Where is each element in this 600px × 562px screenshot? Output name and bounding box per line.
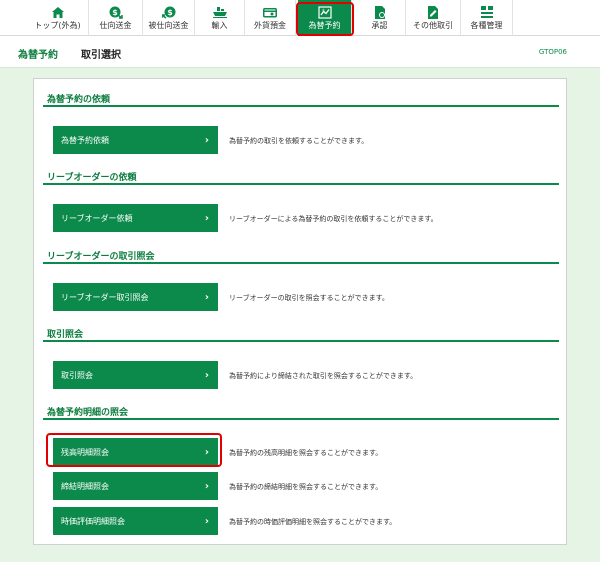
button-label: 為替予約依頼: [61, 135, 109, 145]
section-divider: [43, 418, 559, 420]
page-title: 取引選択: [81, 50, 121, 61]
button-description: リーブオーダーの取引を照会することができます。: [229, 294, 389, 302]
nav-label: その他取引: [413, 20, 453, 30]
section-title-fx-detail-inquiry: 為替予約明細の照会: [47, 408, 129, 418]
button-description: リーブオーダーによる為替予約の取引を依頼することができます。: [229, 215, 438, 223]
balance-detail-inquiry-button[interactable]: 残高明細照会 ›: [53, 438, 218, 466]
chevron-right-icon: ›: [204, 369, 209, 381]
page-header: 為替予約 取引選択 GTOP06: [0, 37, 600, 68]
nav-tab-approval[interactable]: 承認: [354, 0, 406, 36]
section-divider: [43, 183, 559, 185]
section-title-fx-request: 為替予約の依頼: [47, 95, 111, 105]
svg-text:$: $: [112, 8, 118, 17]
button-label: リーブオーダー取引照会: [61, 292, 149, 302]
section-divider: [43, 340, 559, 342]
leave-order-inquiry-button[interactable]: リーブオーダー取引照会 ›: [53, 283, 218, 311]
chevron-right-icon: ›: [204, 134, 209, 146]
button-description: 為替予約の取引を依頼することができます。: [229, 137, 369, 145]
chevron-right-icon: ›: [204, 446, 209, 458]
foreign-deposit-icon: [263, 6, 277, 19]
section-divider: [43, 262, 559, 264]
button-label: 時価評価明細照会: [61, 516, 125, 526]
nav-label: トップ(外為): [34, 20, 81, 30]
chevron-right-icon: ›: [204, 480, 209, 492]
section-title-leave-order-request: リーブオーダーの依頼: [47, 173, 137, 183]
nav-label: 各種管理: [470, 20, 503, 30]
nav-tab-foreign-deposit[interactable]: 外貨預金: [245, 0, 296, 36]
nav-tab-fx-contract[interactable]: $ 為替予約: [298, 0, 352, 36]
nav-tab-inward-remittance[interactable]: $ 被仕向送金: [143, 0, 195, 36]
button-label: 残高明細照会: [61, 447, 109, 457]
chevron-right-icon: ›: [204, 291, 209, 303]
nav-label: 為替予約: [308, 20, 341, 30]
transaction-inquiry-button[interactable]: 取引照会 ›: [53, 361, 218, 389]
nav-label: 承認: [371, 20, 388, 30]
button-description: 為替予約により締結された取引を照会することができます。: [229, 372, 418, 380]
outward-remittance-icon: $: [109, 6, 123, 19]
button-description: 為替予約の時価評価明細を照会することができます。: [229, 518, 397, 526]
svg-text:$: $: [167, 8, 173, 17]
nav-tab-management[interactable]: 各種管理: [461, 0, 513, 36]
button-label: リーブオーダー依頼: [61, 213, 133, 223]
button-description: 為替予約の締結明細を照会することができます。: [229, 483, 383, 491]
nav-tab-import[interactable]: 輸入: [195, 0, 245, 36]
nav-label: 仕向送金: [99, 20, 132, 30]
fx-contract-request-button[interactable]: 為替予約依頼 ›: [53, 126, 218, 154]
management-icon: [480, 6, 494, 19]
nav-label: 輸入: [211, 20, 228, 30]
global-nav: トップ(外為) $ 仕向送金 $ 被仕向送金 輸入 外貨預金 $ 為替予約 承認: [0, 0, 600, 36]
contract-detail-inquiry-button[interactable]: 締結明細照会 ›: [53, 472, 218, 500]
home-icon: [51, 6, 65, 19]
nav-label: 外貨預金: [254, 20, 286, 30]
approval-icon: [373, 5, 387, 19]
section-title-transaction-inquiry: 取引照会: [47, 330, 84, 340]
nav-label: 被仕向送金: [148, 20, 189, 30]
fx-contract-icon: $: [317, 5, 332, 19]
nav-tab-top[interactable]: トップ(外為): [27, 0, 89, 36]
screen-id: GTOP06: [538, 48, 567, 56]
nav-tab-outward-remittance[interactable]: $ 仕向送金: [89, 0, 143, 36]
chevron-right-icon: ›: [204, 515, 209, 527]
button-label: 取引照会: [61, 370, 93, 380]
svg-text:$: $: [322, 8, 325, 14]
transaction-selection-panel: 為替予約の依頼 為替予約依頼 › 為替予約の取引を依頼することができます。 リー…: [33, 78, 567, 545]
section-divider: [43, 105, 559, 107]
chevron-right-icon: ›: [204, 212, 209, 224]
import-ship-icon: [212, 6, 227, 19]
other-transactions-icon: [426, 5, 440, 19]
market-value-detail-inquiry-button[interactable]: 時価評価明細照会 ›: [53, 507, 218, 535]
button-description: 為替予約の残高明細を照会することができます。: [229, 449, 383, 457]
leave-order-request-button[interactable]: リーブオーダー依頼 ›: [53, 204, 218, 232]
section-title-leave-order-inquiry: リーブオーダーの取引照会: [47, 252, 155, 262]
breadcrumb-category: 為替予約: [18, 50, 58, 61]
inward-remittance-icon: $: [161, 6, 176, 19]
button-label: 締結明細照会: [61, 481, 109, 491]
nav-tab-other-transactions[interactable]: その他取引: [406, 0, 461, 36]
